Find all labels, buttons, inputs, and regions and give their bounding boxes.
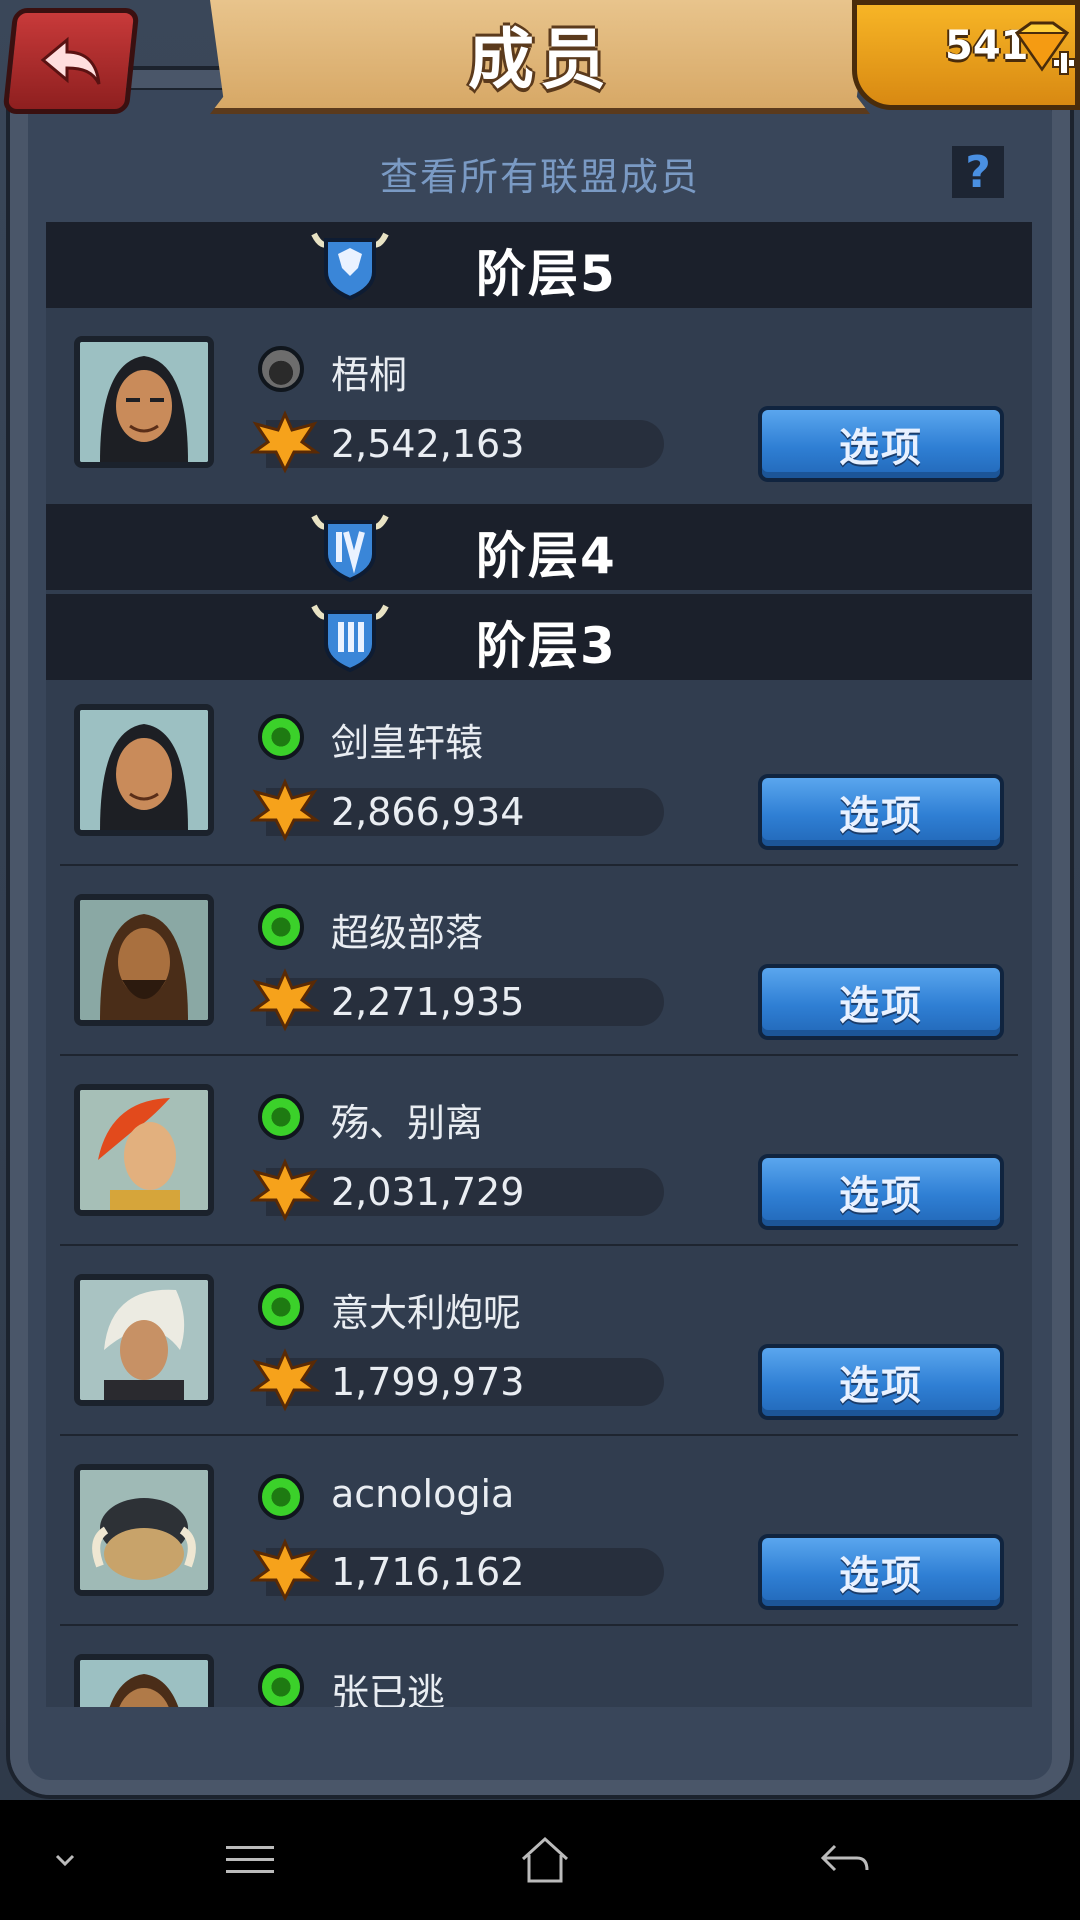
member-score: 2,866,934	[331, 790, 525, 834]
phoenix-icon	[250, 968, 320, 1032]
title-plate: 成员	[210, 0, 870, 114]
tier-iv-shield-icon	[311, 514, 389, 583]
tier-iii-shield-icon	[311, 604, 389, 673]
member-name: 张已逃	[331, 1671, 446, 1707]
nav-collapse-button[interactable]	[30, 1800, 100, 1920]
member-name: 意大利炮呢	[331, 1291, 522, 1335]
gem-counter[interactable]: 541	[852, 0, 1080, 110]
list-item: 意大利炮呢 1,799,973 选项	[46, 1246, 1032, 1436]
shield-icon	[311, 232, 389, 301]
gem-icon	[1014, 21, 1076, 75]
avatar	[74, 1654, 214, 1707]
status-online-icon	[258, 1284, 304, 1330]
tier-header-4: 阶层4	[46, 504, 1032, 590]
home-icon	[521, 1836, 569, 1883]
options-button[interactable]: 选项	[758, 1154, 1004, 1230]
options-button-label: 选项	[839, 1363, 923, 1409]
chevron-down-icon	[55, 1854, 75, 1867]
back-icon	[820, 1844, 869, 1872]
status-online-icon	[258, 904, 304, 950]
tier-header-3: 阶层3	[46, 594, 1032, 680]
page-title: 成员	[468, 21, 612, 98]
status-offline-icon	[258, 346, 304, 392]
phoenix-icon	[250, 410, 320, 474]
member-name: 超级部落	[331, 911, 484, 955]
phoenix-icon	[250, 1538, 320, 1602]
member-name: 殇、别离	[331, 1101, 484, 1145]
nav-home-button[interactable]	[500, 1800, 590, 1920]
options-button[interactable]: 选项	[758, 964, 1004, 1040]
list-item: 剑皇轩辕 2,866,934 选项	[46, 676, 1032, 866]
tier-header-5: 阶层5	[46, 222, 1032, 308]
member-score: 1,799,973	[331, 1360, 525, 1404]
phoenix-icon	[250, 1348, 320, 1412]
list-item: 梧桐 2,542,163 选项	[46, 308, 1032, 498]
avatar	[74, 1464, 214, 1596]
status-online-icon	[258, 1664, 304, 1707]
options-button-label: 选项	[839, 425, 923, 471]
member-score: 2,031,729	[331, 1170, 525, 1214]
member-score: 2,271,935	[331, 980, 525, 1024]
options-button-label: 选项	[839, 1173, 923, 1219]
avatar	[74, 1084, 214, 1216]
options-button[interactable]: 选项	[758, 406, 1004, 482]
options-button-label: 选项	[839, 793, 923, 839]
member-score: 1,716,162	[331, 1550, 525, 1594]
options-button-label: 选项	[839, 1553, 923, 1599]
options-button[interactable]: 选项	[758, 774, 1004, 850]
system-nav-bar	[0, 1800, 1080, 1920]
status-online-icon	[258, 1474, 304, 1520]
member-name: acnologia	[331, 1472, 515, 1516]
subtitle: 查看所有联盟成员	[379, 155, 700, 199]
help-button[interactable]: ?	[952, 146, 1004, 198]
member-name: 梧桐	[331, 353, 408, 397]
list-item: acnologia 1,716,162 选项	[46, 1436, 1032, 1626]
avatar	[74, 1274, 214, 1406]
back-arrow-icon	[40, 36, 101, 85]
menu-icon	[226, 1846, 274, 1873]
status-online-icon	[258, 714, 304, 760]
options-button-label: 选项	[839, 983, 923, 1029]
phoenix-icon	[250, 778, 320, 842]
tier-label: 阶层5	[476, 245, 617, 303]
tier-label: 阶层4	[476, 527, 617, 585]
avatar	[74, 704, 214, 836]
phoenix-icon	[250, 1158, 320, 1222]
avatar	[74, 336, 214, 468]
status-online-icon	[258, 1094, 304, 1140]
nav-back-button[interactable]	[800, 1800, 890, 1920]
options-button[interactable]: 选项	[758, 1344, 1004, 1420]
tier-label: 阶层3	[476, 617, 617, 675]
avatar	[74, 894, 214, 1026]
member-name: 剑皇轩辕	[331, 721, 484, 765]
options-button[interactable]: 选项	[758, 1534, 1004, 1610]
member-list[interactable]: 阶层5 梧桐 2,542,163 选项 阶层4 阶层3 剑皇轩辕 2,866,9…	[46, 222, 1032, 1707]
list-item: 张已逃	[46, 1626, 1032, 1707]
nav-menu-button[interactable]	[210, 1800, 290, 1920]
member-score: 2,542,163	[331, 422, 525, 466]
list-item: 殇、别离 2,031,729 选项	[46, 1056, 1032, 1246]
back-button[interactable]	[2, 8, 140, 114]
list-item: 超级部落 2,271,935 选项	[46, 866, 1032, 1056]
